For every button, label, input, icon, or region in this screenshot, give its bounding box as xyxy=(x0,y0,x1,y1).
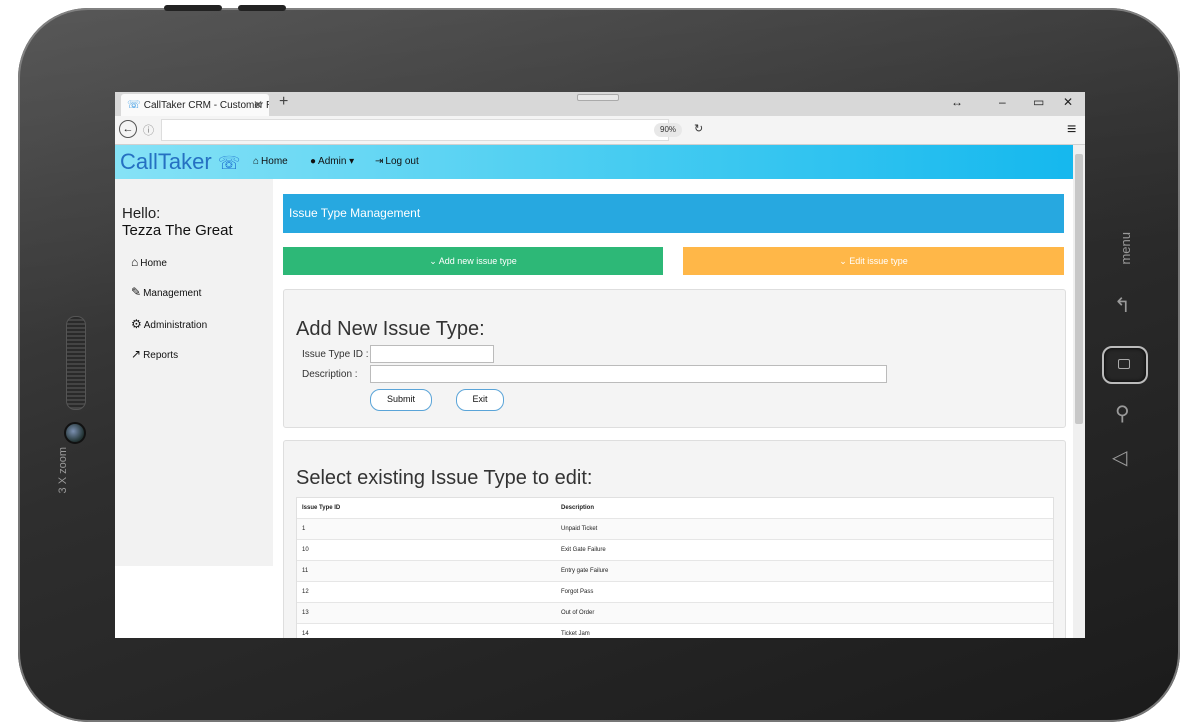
issue-type-id-cell: 10 xyxy=(302,547,309,553)
nav-logout[interactable]: ⇥ Log out xyxy=(375,156,419,167)
zoom-label: 3 X zoom xyxy=(57,447,69,494)
chart-icon: ↗ xyxy=(131,347,142,361)
description-cell: Entry gate Failure xyxy=(561,568,609,574)
back-triangle-hardware-icon: ◁ xyxy=(1112,447,1128,469)
issue-type-table: Issue Type ID Description 1 Unpaid Ticke… xyxy=(296,497,1054,638)
add-issue-type-label: Add new issue type xyxy=(438,256,517,266)
close-tab-icon[interactable]: ✕ xyxy=(253,94,263,116)
issue-type-id-cell: 11 xyxy=(302,568,309,574)
exit-button[interactable]: Exit xyxy=(456,389,504,411)
nav-home[interactable]: ⌂ Home xyxy=(253,156,288,167)
user-icon: ● xyxy=(310,156,317,167)
drag-handle xyxy=(577,94,619,101)
scrollbar-thumb[interactable] xyxy=(1075,154,1083,424)
hamburger-menu-icon[interactable]: ≡ xyxy=(1067,121,1076,139)
issue-type-id-cell: 12 xyxy=(302,589,309,595)
minimize-button[interactable]: – xyxy=(999,95,1006,109)
description-cell: Unpaid Ticket xyxy=(561,526,598,532)
nav-logout-label: Log out xyxy=(385,156,419,167)
submit-button[interactable]: Submit xyxy=(370,389,432,411)
sidebar-item-home[interactable]: ⌂ Home xyxy=(131,255,167,269)
table-header: Issue Type ID Description xyxy=(297,498,1053,519)
camera-icon xyxy=(64,422,86,444)
sidebar-item-label: Reports xyxy=(143,350,179,361)
home-hardware-button xyxy=(1102,346,1148,384)
add-issue-type-button[interactable]: ⌄ Add new issue type xyxy=(283,247,663,275)
home-icon: ⌂ xyxy=(131,255,139,269)
table-row[interactable]: 1 Unpaid Ticket xyxy=(297,519,1053,540)
issue-type-id-cell: 1 xyxy=(302,526,306,532)
browser-window: ☏ CallTaker CRM - Customer R ✕ + ↔ – ▭ ✕ … xyxy=(115,92,1085,638)
back-hardware-icon: ↰ xyxy=(1114,295,1131,317)
address-field[interactable]: 90% ↻ xyxy=(161,119,703,141)
tab-bar: ☏ CallTaker CRM - Customer R ✕ + ↔ – ▭ ✕ xyxy=(115,92,1085,116)
sidebar: Hello: Tezza The Great ⌂ Home ✎ Management… xyxy=(115,179,273,566)
sidebar-item-label: Administration xyxy=(143,320,208,331)
description-label: Description : xyxy=(302,369,358,380)
resize-icon[interactable]: ↔ xyxy=(951,95,963,109)
sidebar-item-label: Management xyxy=(143,288,202,299)
back-button[interactable]: ← xyxy=(119,120,137,138)
menu-label: menu xyxy=(1118,232,1133,265)
info-icon[interactable]: ⓘ xyxy=(143,122,154,138)
description-cell: Exit Gate Failure xyxy=(561,547,606,553)
greeting: Hello: xyxy=(122,205,161,222)
table-row[interactable]: 10 Exit Gate Failure xyxy=(297,540,1053,561)
sidebar-item-management[interactable]: ✎ Management xyxy=(131,285,201,299)
wrench-icon: ✎ xyxy=(131,285,142,299)
logout-icon: ⇥ xyxy=(375,156,384,167)
table-row[interactable]: 11 Entry gate Failure xyxy=(297,561,1053,582)
issue-type-id-label: Issue Type ID : xyxy=(302,349,369,360)
new-tab-button[interactable]: + xyxy=(279,93,288,111)
close-window-button[interactable]: ✕ xyxy=(1063,95,1073,109)
table-row[interactable]: 12 Forgot Pass xyxy=(297,582,1053,603)
tab-title: CallTaker CRM - Customer R xyxy=(143,100,269,111)
edit-issue-type-button[interactable]: ⌄ Edit issue type xyxy=(683,247,1064,275)
edit-list-heading: Select existing Issue Type to edit: xyxy=(296,467,593,489)
brand-logo[interactable]: CallTaker ☏ xyxy=(120,149,240,175)
volume-button xyxy=(238,5,286,11)
sidebar-item-label: Home xyxy=(140,258,167,269)
cog-icon: ⚙ xyxy=(131,317,142,331)
nav-admin-dropdown[interactable]: ● Admin ▾ xyxy=(310,156,354,167)
issue-type-id-cell: 14 xyxy=(302,631,309,637)
url-bar: ← ⓘ 90% ↻ ≡ xyxy=(115,116,1085,145)
issue-type-id-input[interactable] xyxy=(370,345,494,363)
zoom-indicator[interactable]: 90% xyxy=(654,123,683,137)
edit-issue-list: Select existing Issue Type to edit: Issu… xyxy=(283,440,1066,638)
app-page: CallTaker ☏ ⌂ Home ● Admin ▾ ⇥ Log out Hell… xyxy=(115,145,1073,638)
double-chevron-down-icon: ⌄ xyxy=(429,256,437,266)
search-hardware-icon: ⚲ xyxy=(1115,403,1130,425)
page-title: Issue Type Management xyxy=(283,194,1064,233)
description-input[interactable] xyxy=(370,365,887,383)
speaker-grille xyxy=(66,316,86,410)
table-row[interactable]: 14 Ticket Jam xyxy=(297,624,1053,638)
description-cell: Forgot Pass xyxy=(561,589,594,595)
add-issue-form: Add New Issue Type: Issue Type ID : Desc… xyxy=(283,289,1066,428)
brand-name: CallTaker xyxy=(120,149,212,174)
table-row[interactable]: 13 Out of Order xyxy=(297,603,1053,624)
top-navbar: CallTaker ☏ ⌂ Home ● Admin ▾ ⇥ Log out xyxy=(115,145,1073,179)
nav-home-label: Home xyxy=(261,156,288,167)
edit-issue-type-label: Edit issue type xyxy=(849,256,908,266)
nav-admin-label: Admin ▾ xyxy=(318,156,355,167)
sidebar-item-reports[interactable]: ↗ Reports xyxy=(131,347,178,361)
double-chevron-down-icon: ⌄ xyxy=(839,256,847,266)
home-icon: ⌂ xyxy=(253,156,260,167)
restore-button[interactable]: ▭ xyxy=(1033,95,1044,109)
browser-tab[interactable]: ☏ CallTaker CRM - Customer R ✕ xyxy=(121,94,269,116)
issue-type-id-cell: 13 xyxy=(302,610,309,616)
sidebar-item-administration[interactable]: ⚙ Administration xyxy=(131,317,207,331)
phone-favicon-icon: ☏ xyxy=(127,99,141,111)
description-cell: Ticket Jam xyxy=(561,631,590,637)
phone-icon: ☏ xyxy=(217,153,241,173)
column-header: Issue Type ID xyxy=(302,505,341,511)
column-header: Description xyxy=(561,505,595,511)
power-button xyxy=(164,5,222,11)
username: Tezza The Great xyxy=(122,222,233,239)
reload-icon[interactable]: ↻ xyxy=(694,122,703,135)
description-cell: Out of Order xyxy=(561,610,595,616)
add-form-heading: Add New Issue Type: xyxy=(296,318,485,340)
